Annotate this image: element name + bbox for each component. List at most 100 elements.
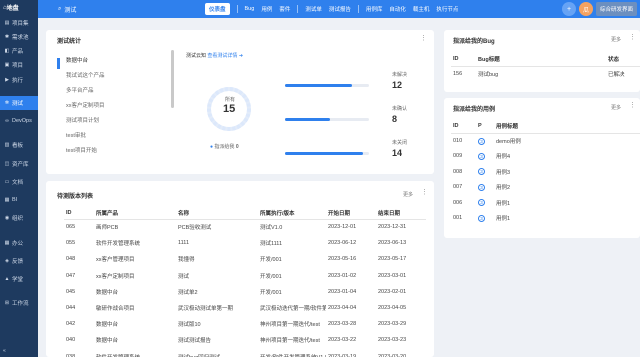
column-header[interactable]: P (476, 119, 494, 134)
table-cell: 用例2 (496, 185, 511, 192)
bugs-table: ID Bug标题 状态 156 测试bug 已解决 (451, 52, 640, 82)
table-row[interactable]: 040 数据中台 测试测试报告 神州项目第一期迭代/test 2023-03-22 202… (64, 332, 426, 348)
stat-progress-fill (285, 84, 353, 87)
product-list-item[interactable]: 多平台产品 (66, 86, 94, 94)
column-header[interactable]: Bug标题 (476, 52, 606, 67)
builds-menu-icon[interactable]: ⋮ (421, 188, 428, 196)
avatar[interactable]: 瓜 (578, 2, 593, 16)
switch-interface-button[interactable]: 综合研发界面 (595, 2, 637, 16)
table-row[interactable]: 007 3 用例2 (451, 180, 640, 196)
top-nav-item[interactable]: 执行节点 (436, 5, 458, 13)
table-cell: 2023-06-12 (328, 240, 357, 247)
column-header[interactable]: 所属产品 (94, 207, 176, 220)
table-cell: 3 (476, 195, 494, 211)
table-row[interactable]: 048 xx客户管理项目 我懂得 开发/001 2023-05-16 2023-05-17 (64, 251, 426, 267)
sidebar-item-10[interactable]: ▦ BI (0, 193, 38, 207)
table-row[interactable]: 009 3 用例4 (451, 149, 640, 165)
column-header[interactable]: 开始日期 (326, 207, 376, 220)
sidebar-item-label: 文档 (12, 180, 24, 186)
top-nav-item[interactable]: 测试单 (305, 5, 322, 13)
view-test-details-link[interactable]: 查看测试详情 (207, 53, 237, 59)
top-nav-item[interactable]: 测试报告 (329, 5, 351, 13)
sidebar-item-3[interactable]: ▣ 项目 (0, 58, 38, 72)
sidebar-item-label: 项目集 (12, 21, 29, 27)
product-list-item[interactable]: 测试项目计划 (66, 116, 99, 124)
add-icon[interactable]: + (561, 2, 576, 16)
table-cell: 用例3 (496, 169, 511, 176)
product-list-item[interactable]: 我试试这个产品 (66, 71, 105, 79)
table-row[interactable]: 042 数据中台 测试版10 神州项目第一期迭代/test 2023-03-28 2023… (64, 316, 426, 332)
top-nav-item[interactable]: Bug (245, 6, 255, 12)
table-row[interactable]: 055 软件开发管理系统 1111 测试1111 2023-06-12 2023-06-1… (64, 235, 426, 251)
column-header[interactable]: 名称 (176, 207, 258, 220)
sidebar-item-label: 工作流 (12, 301, 29, 307)
collapse-sidebar-button[interactable]: « (3, 348, 6, 354)
sidebar-item-2[interactable]: ◧ 产品 (0, 44, 38, 58)
priority-badge: 3 (478, 168, 485, 176)
bugs-more-link[interactable]: 更多 (611, 36, 621, 43)
table-cell: xx客户定制项目 (96, 273, 135, 280)
column-header[interactable]: 用例标题 (494, 119, 640, 134)
top-nav-item[interactable]: 用例库 (366, 5, 383, 13)
table-cell: 006 (453, 199, 463, 206)
top-nav-item[interactable]: 仪表盘 (205, 3, 230, 15)
sidebar-item-4[interactable]: ▶ 执行 (0, 73, 38, 87)
card-menu-icon[interactable]: ⋮ (420, 34, 427, 42)
sidebar-brand[interactable]: ⌂ 地盘 (0, 0, 38, 15)
product-list-item[interactable]: 数据中台 (66, 56, 88, 64)
top-nav-item[interactable]: 用例 (261, 5, 272, 13)
calendar-icon: ▦ (4, 240, 10, 246)
sidebar-item-8[interactable]: ◫ 资产库 (0, 157, 38, 171)
sidebar-item-14[interactable]: ▲ 学堂 (0, 272, 38, 286)
table-row[interactable]: 038软件开发管理系统测试bug回归测试开发/软件开发管理系统V1.02023-… (64, 349, 426, 357)
sidebar-item-6[interactable]: ∞ DevOps (0, 114, 38, 128)
column-header[interactable]: ID (64, 207, 94, 220)
table-cell: 2023-03-19 (328, 353, 357, 357)
column-header[interactable]: 所属执行/版本 (258, 207, 326, 220)
column-header[interactable]: ID (451, 119, 476, 134)
table-row[interactable]: 006 3 用例1 (451, 195, 640, 211)
sidebar-item-7[interactable]: ▥ 看板 (0, 138, 38, 152)
sidebar-item-label: 执行 (12, 78, 24, 84)
table-row[interactable]: 045 数据中台 测试单2 开发/001 2023-01-04 2023-02-01 (64, 284, 426, 300)
column-header[interactable]: 状态 (606, 52, 640, 67)
sidebar-item-13[interactable]: ◈ 反馈 (0, 254, 38, 268)
bugs-menu-icon[interactable]: ⋮ (629, 33, 636, 41)
table-cell: 开发/001 (260, 257, 282, 264)
table-row[interactable]: 010 3 demo用例 (451, 133, 640, 149)
sidebar-item-1[interactable]: ✱ 需求池 (0, 30, 38, 44)
priority-badge: 3 (478, 137, 485, 145)
table-row[interactable]: 156 测试bug 已解决 (451, 66, 640, 82)
sidebar-item-11[interactable]: ◉ 组织 (0, 211, 38, 225)
sidebar-item-5[interactable]: ✲ 测试 (0, 96, 38, 110)
sidebar-item-label: 组织 (12, 216, 24, 222)
sidebar-item-12[interactable]: ▦ 办公 (0, 236, 38, 250)
top-nav-item[interactable]: 载主机 (413, 5, 430, 13)
top-nav-item[interactable]: 套件 (279, 5, 290, 13)
top-nav-item[interactable]: 自动化 (389, 5, 406, 13)
table-row[interactable]: 044 敏研作战合项目 武汉极动测试单第一期 武汉极动迭代第一期/软件第一 2023-0… (64, 300, 426, 316)
cases-more-link[interactable]: 更多 (611, 104, 621, 111)
column-header[interactable]: ID (451, 52, 476, 67)
table-cell: 3 (476, 164, 494, 180)
table-cell: 009 (453, 153, 463, 160)
table-row[interactable]: 008 3 用例3 (451, 164, 640, 180)
sidebar-item-15[interactable]: ⊞ 工作流 (0, 296, 38, 310)
stat-value: 12 (392, 80, 403, 90)
cases-menu-icon[interactable]: ⋮ (629, 101, 636, 109)
product-list-scrollbar[interactable] (171, 50, 174, 108)
table-cell: 2023-03-23 (378, 337, 407, 344)
sidebar-item-label: 看板 (12, 143, 24, 149)
sidebar-item-0[interactable]: ▤ 项目集 (0, 16, 38, 30)
table-row[interactable]: 001 3 用例1 (451, 211, 640, 227)
sidebar-item-9[interactable]: ▭ 文档 (0, 175, 38, 189)
builds-more-link[interactable]: 更多 (403, 191, 413, 198)
breadcrumb[interactable]: ⌕ 测试 (58, 5, 76, 14)
product-list-item[interactable]: test项目开始 (66, 146, 97, 154)
table-row[interactable]: 065 画师PCB PCB验收测试 测试V1.0 2023-12-01 2023-12-3… (64, 219, 426, 235)
table-cell: 数据中台 (96, 289, 119, 296)
table-row[interactable]: 047 xx客户定制项目 测试 开发/001 2023-01-02 2023-03-01 (64, 268, 426, 284)
column-header[interactable]: 结束日期 (376, 207, 426, 220)
product-list-item[interactable]: test审批 (66, 131, 86, 139)
product-list-item[interactable]: xx客户定制项目 (66, 101, 105, 109)
